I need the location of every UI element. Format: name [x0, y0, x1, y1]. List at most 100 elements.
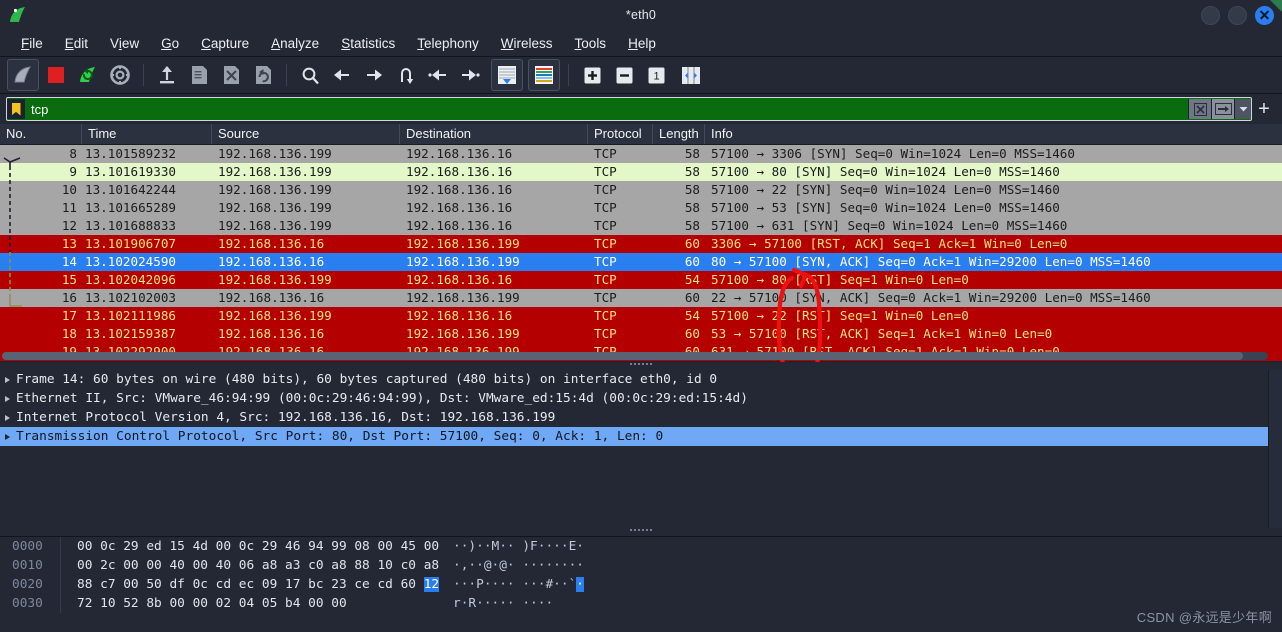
apply-filter-arrow-icon[interactable]: [1211, 99, 1234, 119]
zoom-out-icon[interactable]: [609, 60, 639, 90]
minimize-button[interactable]: [1201, 5, 1220, 25]
maximize-button[interactable]: [1228, 5, 1247, 25]
hexdump-row[interactable]: 0010 00 2c 00 00 40 00 40 06 a8 a3 c0 a8 …: [0, 556, 1282, 575]
packet-length: 60: [684, 290, 700, 305]
column-header-time[interactable]: Time: [82, 124, 212, 144]
hexdump-row[interactable]: 0020 88 c7 00 50 df 0c cd ec 09 17 bc 23 …: [0, 575, 1282, 594]
menu-go[interactable]: Go: [150, 34, 190, 53]
divider-grip-2: [630, 529, 652, 531]
packet-info: 3306 → 57100 [RST, ACK] Seq=1 Ack=1 Win=…: [711, 236, 1068, 251]
menu-capture[interactable]: Capture: [190, 34, 260, 53]
open-file-icon[interactable]: [152, 60, 182, 90]
menu-view[interactable]: View: [99, 34, 150, 53]
packet-protocol: TCP: [594, 164, 617, 179]
zoom-reset-icon[interactable]: 1: [641, 60, 671, 90]
detail-tree-row[interactable]: Frame 14: 60 bytes on wire (480 bits), 6…: [0, 370, 1282, 389]
detail-tree-row[interactable]: Transmission Control Protocol, Src Port:…: [0, 427, 1282, 446]
clear-filter-icon[interactable]: [1188, 99, 1211, 119]
column-header-destination[interactable]: Destination: [400, 124, 588, 144]
packet-info: 57100 → 631 [SYN] Seq=0 Win=1024 Len=0 M…: [711, 218, 1068, 233]
menu-edit[interactable]: Edit: [54, 34, 99, 53]
menu-file[interactable]: File: [10, 34, 54, 53]
display-filter-input-wrap[interactable]: tcp: [6, 97, 1252, 121]
chevron-right-icon[interactable]: [0, 433, 14, 440]
chevron-right-icon[interactable]: [0, 376, 14, 383]
menu-statistics[interactable]: Statistics: [330, 34, 406, 53]
packet-source: 192.168.136.199: [218, 182, 332, 197]
hexdump-gutter: [60, 537, 69, 556]
go-to-packet-icon[interactable]: [391, 60, 421, 90]
display-filter-input[interactable]: tcp: [25, 102, 1188, 117]
add-filter-button-icon[interactable]: +: [1252, 99, 1276, 119]
packet-details-scrollbar[interactable]: [1268, 370, 1282, 528]
restart-capture-icon[interactable]: [73, 60, 103, 90]
table-row[interactable]: 18 13.102159387 192.168.136.16 192.168.136.…: [0, 325, 1282, 343]
stop-capture-icon[interactable]: [41, 60, 71, 90]
packet-details-pane[interactable]: Frame 14: 60 bytes on wire (480 bits), 6…: [0, 370, 1282, 528]
column-header-no[interactable]: No.: [0, 124, 82, 144]
column-header-info[interactable]: Info: [705, 124, 1282, 144]
go-back-icon[interactable]: [327, 60, 357, 90]
table-row[interactable]: 15 13.102042096 192.168.136.199 192.168.136…: [0, 271, 1282, 289]
find-packet-icon[interactable]: [295, 60, 325, 90]
packet-list[interactable]: No. Time Source Destination Protocol Len…: [0, 124, 1282, 383]
column-header-source[interactable]: Source: [212, 124, 400, 144]
packet-protocol: TCP: [594, 218, 617, 233]
chevron-down-icon[interactable]: [1234, 99, 1251, 119]
bookmark-icon[interactable]: [7, 99, 25, 119]
zoom-in-icon[interactable]: [577, 60, 607, 90]
column-header-length[interactable]: Length: [653, 124, 705, 144]
pane-divider-bottom[interactable]: [0, 528, 1282, 536]
packet-destination: 192.168.136.16: [406, 164, 513, 179]
colorize-packets-icon[interactable]: [528, 59, 560, 91]
packet-length: 58: [684, 200, 700, 215]
scrollbar-thumb[interactable]: [2, 352, 1243, 360]
packet-protocol: TCP: [594, 200, 617, 215]
go-to-first-packet-icon[interactable]: [423, 60, 453, 90]
capture-options-icon[interactable]: [105, 60, 135, 90]
column-header-protocol[interactable]: Protocol: [588, 124, 653, 144]
packet-list-horizontal-scrollbar[interactable]: [2, 352, 1268, 360]
resize-columns-icon[interactable]: [676, 60, 706, 90]
table-row[interactable]: 12 13.101688833 192.168.136.199 192.168.136…: [0, 217, 1282, 235]
pane-divider-top[interactable]: [0, 362, 1282, 370]
menu-help[interactable]: Help: [617, 34, 667, 53]
corner-decoration: [1270, 0, 1282, 12]
table-row[interactable]: 10 13.101642244 192.168.136.199 192.168.136…: [0, 181, 1282, 199]
packet-info: 57100 → 53 [SYN] Seq=0 Win=1024 Len=0 MS…: [711, 200, 1060, 215]
chevron-right-icon[interactable]: [0, 414, 14, 421]
table-row[interactable]: 11 13.101665289 192.168.136.199 192.168.136…: [0, 199, 1282, 217]
packet-length: 54: [684, 272, 700, 287]
packet-protocol: TCP: [594, 236, 617, 251]
menu-wireless[interactable]: Wireless: [490, 34, 564, 53]
start-capture-icon[interactable]: [7, 59, 39, 91]
hexdump-row[interactable]: 0030 72 10 52 8b 00 00 02 04 05 b4 00 00 r…: [0, 594, 1282, 613]
toolbar-separator-2: [286, 64, 287, 86]
table-row[interactable]: 14 13.102024590 192.168.136.16 192.168.136.…: [0, 253, 1282, 271]
table-row[interactable]: 17 13.102111986 192.168.136.199 192.168.136…: [0, 307, 1282, 325]
menu-analyze[interactable]: Analyze: [260, 34, 330, 53]
save-file-icon[interactable]: [184, 60, 214, 90]
table-row[interactable]: 8 13.101589232 192.168.136.199 192.168.136.…: [0, 145, 1282, 163]
hexdump-ascii: ···P···· ···#··`·: [453, 577, 584, 592]
packet-length: 60: [684, 254, 700, 269]
detail-tree-row[interactable]: Internet Protocol Version 4, Src: 192.16…: [0, 408, 1282, 427]
packet-destination: 192.168.136.16: [406, 308, 513, 323]
detail-tree-row[interactable]: Ethernet II, Src: VMware_46:94:99 (00:0c…: [0, 389, 1282, 408]
close-file-icon[interactable]: [216, 60, 246, 90]
packet-info: 57100 → 80 [SYN] Seq=0 Win=1024 Len=0 MS…: [711, 164, 1060, 179]
table-row[interactable]: 16 13.102102003 192.168.136.16 192.168.136.…: [0, 289, 1282, 307]
packet-info: 57100 → 22 [RST] Seq=1 Win=0 Len=0: [711, 308, 969, 323]
go-forward-icon[interactable]: [359, 60, 389, 90]
go-to-last-packet-icon[interactable]: [455, 60, 485, 90]
reload-file-icon[interactable]: [248, 60, 278, 90]
table-row[interactable]: 13 13.101906707 192.168.136.16 192.168.136.…: [0, 235, 1282, 253]
menu-telephony[interactable]: Telephony: [406, 34, 490, 53]
chevron-right-icon[interactable]: [0, 395, 14, 402]
auto-scroll-icon[interactable]: [491, 59, 523, 91]
hexdump-row[interactable]: 0000 00 0c 29 ed 15 4d 00 0c 29 46 94 99 …: [0, 537, 1282, 556]
packet-bytes-pane[interactable]: 0000 00 0c 29 ed 15 4d 00 0c 29 46 94 99 …: [0, 536, 1282, 632]
menu-tools[interactable]: Tools: [564, 34, 618, 53]
table-row[interactable]: 9 13.101619330 192.168.136.199 192.168.136.…: [0, 163, 1282, 181]
packet-time: 13.101906707: [85, 236, 176, 251]
